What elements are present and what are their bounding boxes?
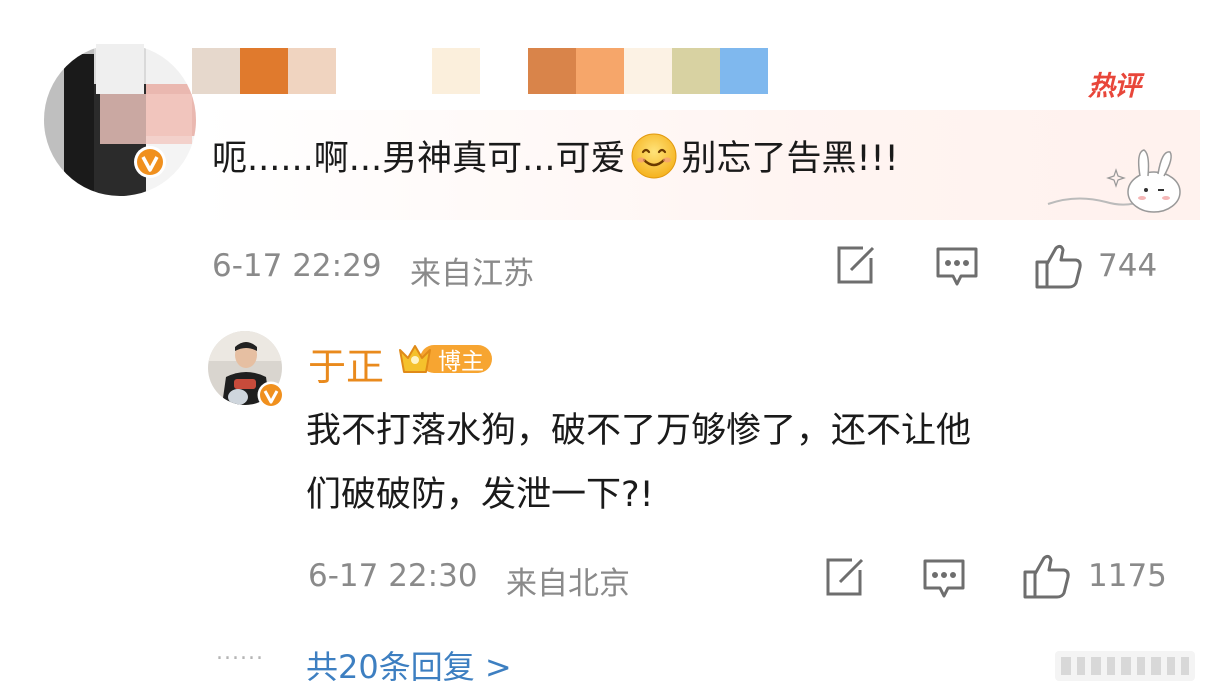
reply-verified-badge-icon — [257, 381, 285, 413]
reply-share-icon[interactable] — [822, 556, 866, 604]
reply-location: 来自北京 — [506, 566, 630, 602]
reply-text-line1: 我不打落水狗，破不了万够惨了，还不让他 — [306, 411, 972, 451]
hot-comment-label: 热评 — [1088, 71, 1141, 102]
bunny-decoration-icon — [1046, 146, 1186, 222]
reply-like-icon[interactable] — [1022, 552, 1072, 604]
view-more-replies-link[interactable]: 共20条回复 > — [306, 642, 512, 688]
smile-emoji-icon — [630, 132, 678, 180]
share-icon[interactable] — [833, 244, 877, 292]
comment-text-part1: 呃......啊...男神真可...可爱 — [212, 139, 626, 179]
comment-time: 6-17 22:29 — [212, 248, 382, 284]
divider-dots: ...... — [216, 640, 264, 665]
blogger-badge-label: 博主 — [438, 349, 484, 375]
verified-badge-icon — [133, 145, 167, 183]
reply-time: 6-17 22:30 — [308, 558, 478, 594]
watermark-icon — [1055, 645, 1195, 689]
comment-location: 来自江苏 — [410, 256, 534, 292]
comment-text: 呃......啊...男神真可...可爱 别忘了告黑!!! — [212, 130, 899, 181]
reply-comment-icon[interactable] — [922, 558, 966, 604]
like-count: 744 — [1098, 248, 1158, 284]
reply-like-count: 1175 — [1088, 558, 1167, 594]
comment-text-part2: 别忘了告黑!!! — [681, 139, 899, 179]
like-icon[interactable] — [1034, 242, 1084, 294]
comment-icon[interactable] — [935, 246, 979, 292]
reply-text-line2: 们破破防，发泄一下?! — [306, 475, 654, 515]
reply-author-name[interactable]: 于正 — [308, 336, 384, 391]
